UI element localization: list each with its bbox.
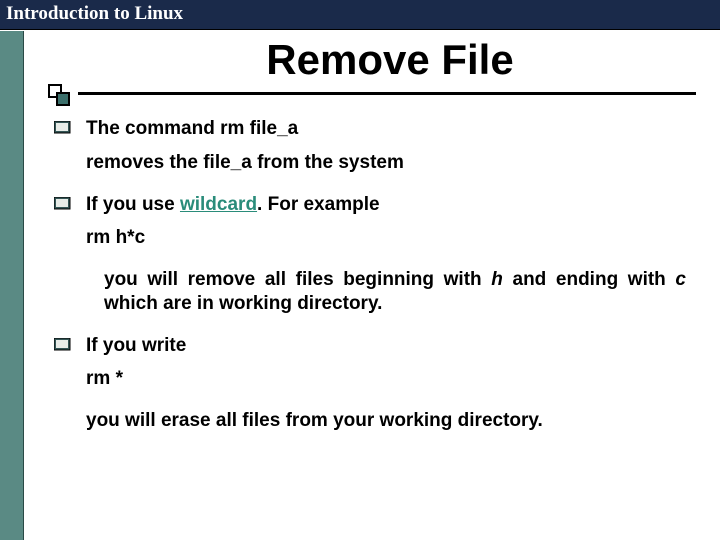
slide-content: The command rm file_a removes the file_a… (54, 117, 686, 433)
title-underline (0, 92, 720, 95)
bullet-detail: you will remove all files beginning with… (104, 268, 686, 316)
bullet-continuation: rm * (86, 367, 686, 391)
bullet-item: The command rm file_a (54, 117, 686, 141)
bullet-text: If you use wildcard. For example (86, 193, 686, 217)
bullet-text: The command rm file_a (86, 117, 686, 141)
header-bar: Introduction to Linux (0, 0, 720, 30)
italic-h: h (491, 269, 503, 290)
text-fragment: which are in working directory. (104, 293, 382, 314)
bullet-item: If you write (54, 334, 686, 358)
header-title: Introduction to Linux (6, 3, 183, 24)
bullet-item: If you use wildcard. For example (54, 193, 686, 217)
bullet-icon (54, 197, 72, 211)
bullet-icon (54, 121, 72, 135)
text-fragment: and ending with (503, 269, 676, 290)
italic-c: c (675, 269, 686, 290)
text-fragment: If you use (86, 194, 180, 215)
slide-title: Remove File (60, 36, 720, 84)
bullet-continuation: removes the file_a from the system (86, 151, 686, 175)
left-sidebar (0, 31, 24, 540)
text-fragment: . For example (257, 194, 380, 215)
bullet-text: If you write (86, 334, 686, 358)
bullet-continuation: you will erase all files from your worki… (86, 409, 686, 433)
text-fragment: you will remove all files beginning with (104, 269, 491, 290)
bullet-continuation: rm h*c (86, 226, 686, 250)
bullet-icon (54, 338, 72, 352)
wildcard-link[interactable]: wildcard (180, 194, 257, 215)
